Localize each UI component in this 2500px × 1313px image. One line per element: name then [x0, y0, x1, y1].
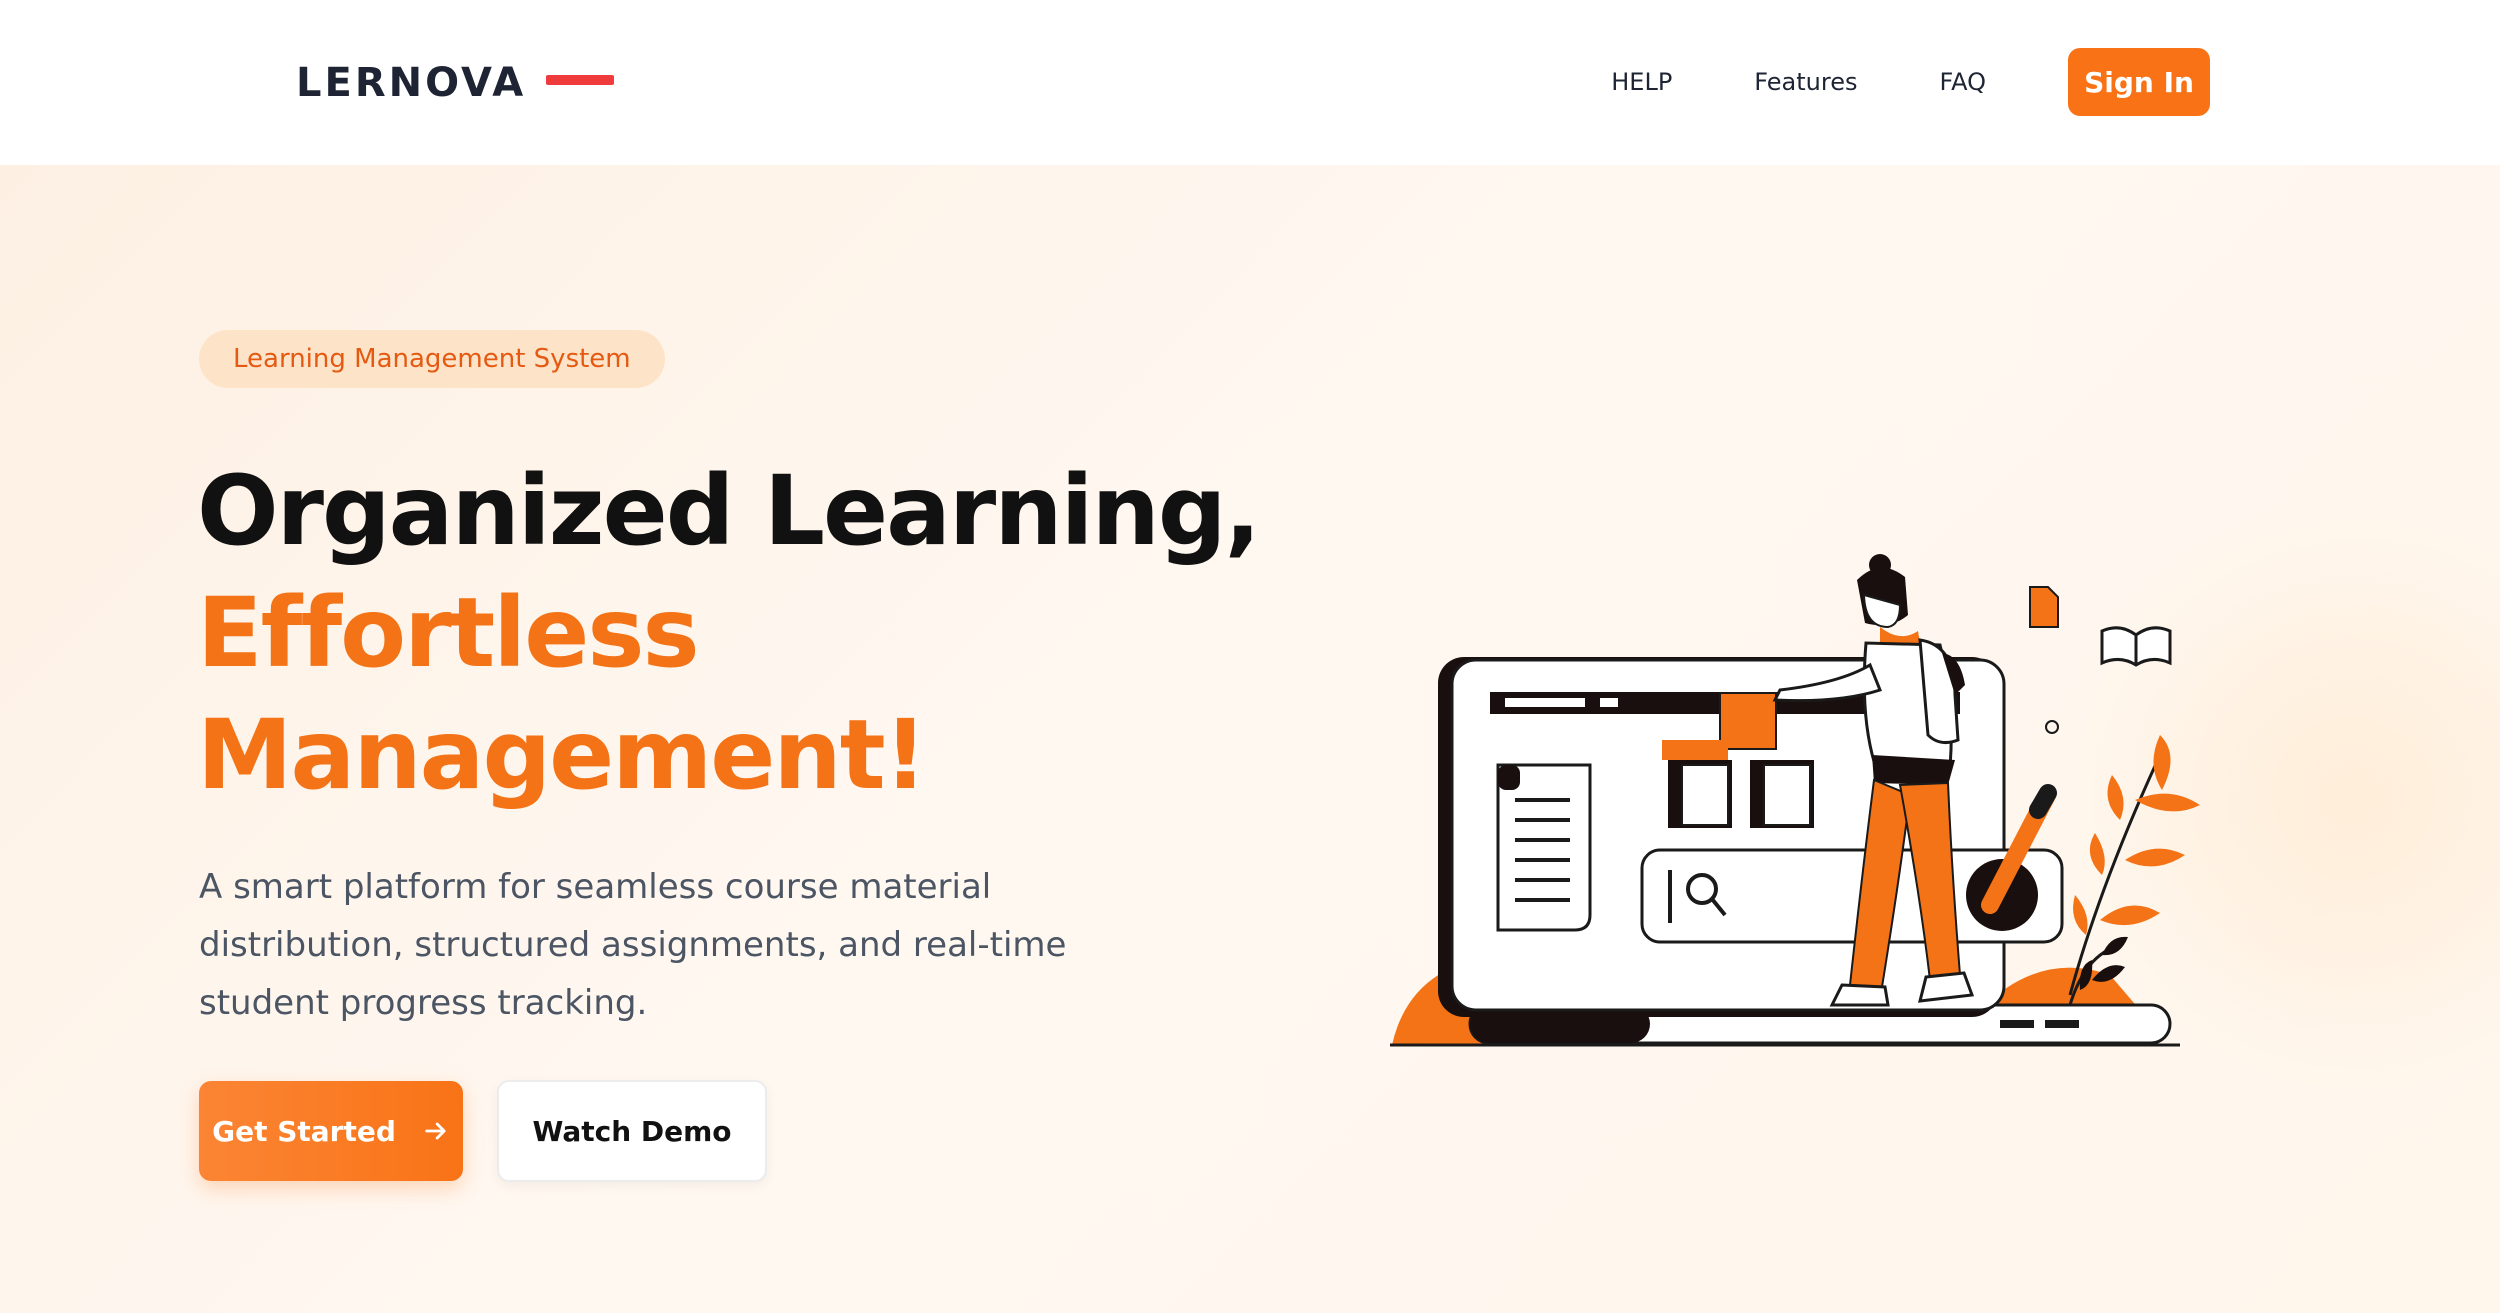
brand-logo[interactable]: LERNOVA: [296, 58, 615, 108]
dot-icon: [2045, 720, 2059, 734]
nav-link-help[interactable]: HELP: [1611, 68, 1672, 96]
watch-demo-button[interactable]: Watch Demo: [497, 1080, 767, 1182]
nav-link-features[interactable]: Features: [1754, 68, 1857, 96]
get-started-button[interactable]: Get Started: [199, 1081, 463, 1181]
nav-link-faq[interactable]: FAQ: [1940, 68, 1987, 96]
sign-in-button[interactable]: Sign In: [2068, 48, 2210, 116]
arrow-right-icon: [425, 1122, 446, 1140]
box-orange-top: [1719, 692, 1777, 750]
headline-line-1: Organized Learning,: [197, 455, 1261, 567]
top-header: LERNOVA HELP Features FAQ Sign In: [0, 0, 2500, 165]
headline-line-3: Management!: [197, 699, 927, 811]
get-started-label: Get Started: [212, 1114, 396, 1148]
logo-accent-bar: [546, 75, 615, 85]
headline-line-2: Effortless: [197, 577, 700, 689]
file-icon: [2029, 586, 2059, 628]
main-nav: HELP Features FAQ Sign In: [1611, 48, 2210, 116]
cta-group: Get Started Watch Demo: [199, 1080, 767, 1182]
hero-headline: Organized Learning, Effortless Managemen…: [197, 450, 1297, 816]
landing-page: LERNOVA HELP Features FAQ Sign In Learni…: [0, 0, 2500, 1313]
box-orange-mid: [1662, 740, 1728, 760]
plant-leaves-icon: [2068, 735, 2200, 1006]
hero-description: A smart platform for seamless course mat…: [199, 867, 1067, 1023]
student-laptop-illustration: [1390, 554, 2200, 1047]
logo-text: LERNOVA: [296, 60, 527, 106]
category-badge: Learning Management System: [199, 330, 665, 388]
